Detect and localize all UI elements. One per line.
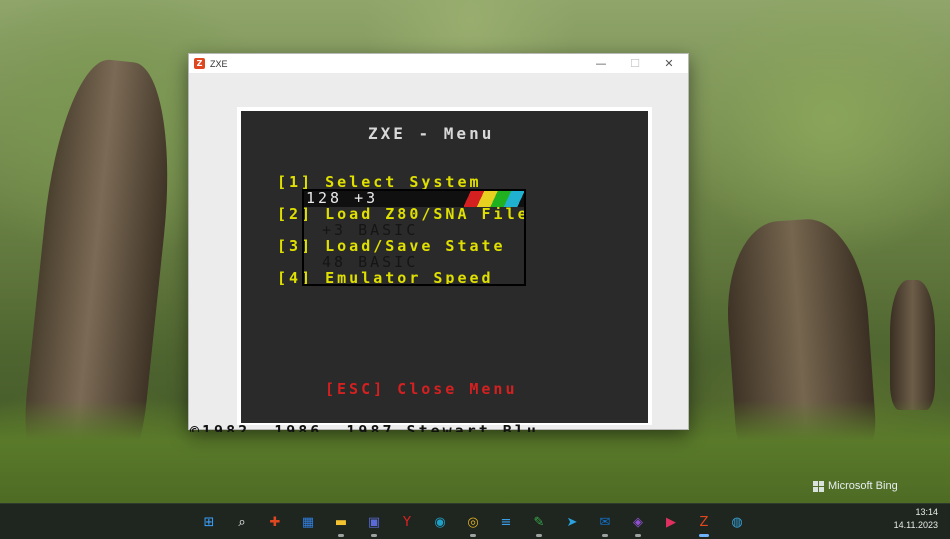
running-indicator xyxy=(699,534,709,537)
telegram-icon-glyph: ➤ xyxy=(566,514,578,530)
running-indicator xyxy=(338,534,344,537)
bing-watermark-text: Microsoft Bing xyxy=(828,480,898,492)
image-editor-icon[interactable]: ✎ xyxy=(526,509,552,537)
save-icon-glyph: ▣ xyxy=(367,514,381,530)
zxe-icon[interactable]: Z xyxy=(691,509,717,537)
system-clock[interactable]: 13:14 14.11.2023 xyxy=(894,506,938,532)
image-editor-icon-glyph: ✎ xyxy=(533,514,545,530)
submenu-option[interactable]: +3 BASIC xyxy=(322,221,418,239)
taskbar-icons: ⊞ ⌕ ✚ ▦ ▬ ▣ Y ◉ ◎ ≡ ✎ ➤ ✉ ◈ ▶ Z ◍ xyxy=(196,509,750,537)
outlook-icon[interactable]: ✉ xyxy=(592,509,618,537)
chrome-icon[interactable]: ◎ xyxy=(460,509,486,537)
running-indicator xyxy=(602,534,608,537)
system-submenu: 128 +3 +3 BASIC 48 BASIC xyxy=(302,189,526,286)
chrome-icon-glyph: ◎ xyxy=(467,514,479,530)
clock-date: 14.11.2023 xyxy=(893,520,938,530)
globe-icon-glyph: ◍ xyxy=(731,514,743,530)
start-icon[interactable]: ⊞ xyxy=(196,509,222,535)
close-menu-hint: [ESC] Close Menu xyxy=(325,380,518,398)
zxe-app-icon: Z xyxy=(194,58,205,69)
store-icon[interactable]: ▦ xyxy=(295,509,321,535)
edge-icon-glyph: ◉ xyxy=(434,514,446,530)
media-player-icon-glyph: ▶ xyxy=(666,514,676,530)
tool-icon-glyph: ✚ xyxy=(269,514,281,530)
notepad-icon-glyph: ≡ xyxy=(500,514,512,530)
zxe-window[interactable]: Z ZXE — ☐ ✕ ZXE - Menu [1] Select System… xyxy=(188,53,689,430)
save-icon[interactable]: ▣ xyxy=(361,509,387,537)
taskbar: ⊞ ⌕ ✚ ▦ ▬ ▣ Y ◉ ◎ ≡ ✎ ➤ ✉ ◈ ▶ Z ◍ xyxy=(0,503,950,539)
spectrum-stripes-icon xyxy=(464,191,524,207)
start-icon-glyph: ⊞ xyxy=(203,514,215,530)
submenu-selected-row[interactable]: 128 +3 xyxy=(304,189,524,207)
submenu-selected-label: 128 +3 xyxy=(306,189,379,207)
close-button[interactable]: ✕ xyxy=(652,54,686,73)
visual-studio-icon[interactable]: ◈ xyxy=(625,509,651,537)
globe-icon[interactable]: ◍ xyxy=(724,509,750,535)
notepad-icon[interactable]: ≡ xyxy=(493,509,519,535)
outlook-icon-glyph: ✉ xyxy=(599,514,611,530)
menu-title: ZXE - Menu xyxy=(368,124,495,143)
visual-studio-icon-glyph: ◈ xyxy=(633,514,643,530)
running-indicator xyxy=(536,534,542,537)
running-indicator xyxy=(371,534,377,537)
folder-icon[interactable]: ▬ xyxy=(328,509,354,537)
clock-time: 13:14 xyxy=(915,507,938,517)
yandex-browser-icon-glyph: Y xyxy=(403,514,411,530)
store-icon-glyph: ▦ xyxy=(301,514,315,530)
search-icon-glyph: ⌕ xyxy=(238,514,246,530)
edge-icon[interactable]: ◉ xyxy=(427,509,453,535)
title-bar[interactable]: Z ZXE — ☐ ✕ xyxy=(189,54,688,73)
running-indicator xyxy=(470,534,476,537)
olive-tree-trunk xyxy=(890,280,935,410)
search-icon[interactable]: ⌕ xyxy=(229,509,255,535)
bing-watermark: Microsoft Bing xyxy=(813,480,898,492)
zxe-icon-glyph: Z xyxy=(699,514,709,530)
yandex-browser-icon[interactable]: Y xyxy=(394,509,420,535)
submenu-option[interactable]: 48 BASIC xyxy=(322,253,418,271)
copyright-overflow-text: ©1982, 1986, 1987 Stewart Blu xyxy=(190,424,652,432)
running-indicator xyxy=(635,534,641,537)
window-title: ZXE xyxy=(210,58,228,69)
copyright-text: ©1982, 1986, 1987 Stewart Blu xyxy=(190,424,539,432)
emulator-screen-border: ZXE - Menu [1] Select System [2] Load Z8… xyxy=(237,107,652,425)
folder-icon-glyph: ▬ xyxy=(334,514,348,530)
media-player-icon[interactable]: ▶ xyxy=(658,509,684,535)
tool-icon[interactable]: ✚ xyxy=(262,509,288,535)
bing-logo-icon xyxy=(813,480,824,492)
emulator-screen[interactable]: ZXE - Menu [1] Select System [2] Load Z8… xyxy=(241,111,648,423)
telegram-icon[interactable]: ➤ xyxy=(559,509,585,535)
maximize-button[interactable]: ☐ xyxy=(618,54,652,73)
minimize-button[interactable]: — xyxy=(584,54,618,73)
